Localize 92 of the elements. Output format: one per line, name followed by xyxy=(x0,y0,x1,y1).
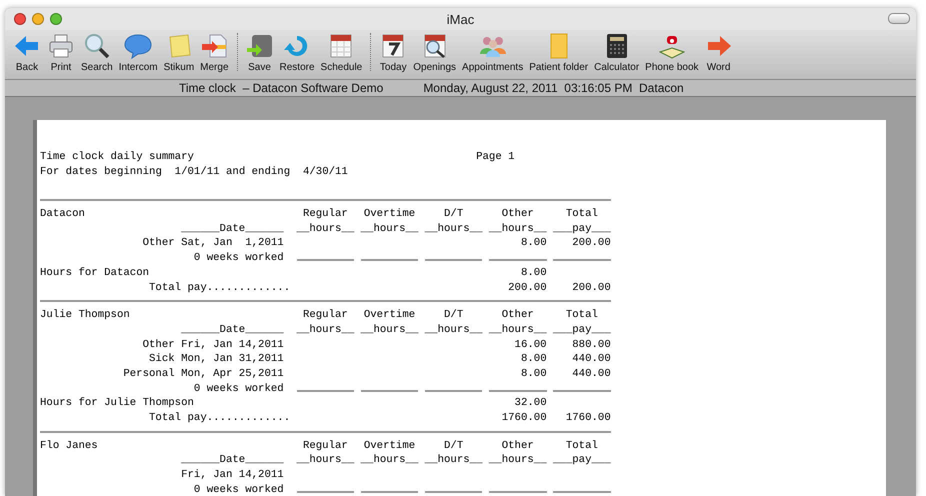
column-heading: Overtime xyxy=(362,438,416,454)
toolbar-button[interactable]: Schedule xyxy=(318,32,366,73)
column-heading: D/T xyxy=(443,438,464,454)
table-cell-text: 1760.00 xyxy=(500,411,547,426)
table-cell-text: 16.00 xyxy=(514,338,547,352)
search-icon xyxy=(82,32,111,60)
column-heading: __hours__ xyxy=(488,222,547,236)
speech-bubble-icon xyxy=(124,32,152,60)
column-heading: ______Date______ xyxy=(180,322,284,338)
column-heading: ___pay___ xyxy=(553,222,611,236)
table-cell-text: 200.00 xyxy=(571,236,611,252)
table-cell-text: 200.00 xyxy=(507,280,547,296)
table-cell-text: 1760.00 xyxy=(564,411,611,426)
table-cell-text: 8.00 xyxy=(520,366,547,382)
toolbar-button[interactable]: Calculator xyxy=(591,32,642,73)
column-heading: __hours__ xyxy=(360,453,418,468)
entry-date: Personal Mon, Apr 25,2011 xyxy=(122,366,284,382)
column-heading: Other xyxy=(500,438,535,454)
weeks-worked: 0 weeks worked xyxy=(192,251,284,266)
toolbar-toggle-button[interactable] xyxy=(888,13,910,24)
weeks-worked: 0 weeks worked xyxy=(192,382,284,396)
table-cell-text: 880.00 xyxy=(571,338,611,352)
toolbar-button[interactable]: Search xyxy=(78,32,116,73)
column-heading: Regular xyxy=(302,438,349,454)
hours-label: Hours for Julie Thompson xyxy=(40,396,195,411)
employee-name: Julie Thompson xyxy=(40,308,131,323)
zoom-button[interactable] xyxy=(50,13,62,25)
minimize-button[interactable] xyxy=(32,13,44,25)
toolbar-button[interactable]: Today xyxy=(376,32,410,73)
entry-date: Other Fri, Jan 14,2011 xyxy=(142,338,284,352)
column-heading: Overtime xyxy=(362,207,416,222)
column-heading: __hours__ xyxy=(424,222,482,236)
toolbar-button[interactable]: Back xyxy=(10,32,44,73)
table-cell-text: 8.00 xyxy=(520,352,547,367)
employee-name: Flo Janes xyxy=(40,438,99,454)
toolbar-button[interactable]: Openings xyxy=(410,32,460,73)
total-pay-label: Total pay............. xyxy=(149,282,290,294)
column-heading: __hours__ xyxy=(296,222,354,236)
total-pay-label: Total pay............. xyxy=(149,412,290,424)
column-heading: __hours__ xyxy=(424,453,482,468)
toolbar-button[interactable]: Phone book xyxy=(642,32,702,73)
column-heading: __hours__ xyxy=(360,222,418,236)
column-heading: Total xyxy=(564,308,599,323)
column-heading: Regular xyxy=(302,308,349,323)
table-cell-text: 8.00 xyxy=(520,236,547,252)
column-heading: Total xyxy=(564,207,599,222)
page-number: Page 1 xyxy=(476,150,515,165)
entry-date: Fri, Jan 14,2011 xyxy=(180,468,284,483)
column-heading: ______Date______ xyxy=(180,453,284,468)
column-heading: __hours__ xyxy=(488,453,547,468)
column-heading: __hours__ xyxy=(296,322,354,338)
column-heading: ___pay___ xyxy=(553,322,611,338)
window-title: iMac xyxy=(446,12,474,26)
column-heading: ___pay___ xyxy=(553,453,611,468)
column-heading: __hours__ xyxy=(296,453,354,468)
hours-label: Hours for Datacon xyxy=(40,266,150,280)
toolbar-button[interactable]: Word xyxy=(702,32,736,73)
report-title: Time clock daily summary xyxy=(40,150,195,165)
toolbar-button[interactable]: Intercom xyxy=(116,32,161,73)
toolbar-button[interactable]: Print xyxy=(44,32,78,73)
date-range: For dates beginning 1/01/11 and ending 4/30/11 xyxy=(40,164,348,180)
column-heading: Overtime xyxy=(362,308,416,323)
table-cell-text: 440.00 xyxy=(571,352,611,367)
save-icon xyxy=(246,32,274,60)
date-time: Monday, August 22, 2011 03:16:05 PM Datacon xyxy=(423,81,684,95)
merge-icon xyxy=(200,32,228,60)
toolbar-button[interactable]: Restore xyxy=(276,32,318,73)
employee-name: Datacon xyxy=(40,207,86,222)
table-cell-text: 200.00 xyxy=(571,280,611,296)
weeks-worked: 0 weeks worked xyxy=(192,482,284,496)
toolbar-button[interactable]: Patient folder xyxy=(526,32,592,73)
column-heading: __hours__ xyxy=(424,322,482,338)
column-heading: D/T xyxy=(443,207,464,222)
table-cell-text: 8.00 xyxy=(520,266,547,280)
table-cell-text: 32.00 xyxy=(514,396,547,411)
column-heading: ______Date______ xyxy=(180,222,284,236)
column-heading: D/T xyxy=(443,308,464,323)
entry-date: Other Sat, Jan 1,2011 xyxy=(142,236,284,252)
document-title: Time clock – Datacon Software Demo xyxy=(179,81,384,95)
column-heading: Total xyxy=(564,438,599,454)
column-heading: Regular xyxy=(302,207,349,222)
toolbar-button[interactable]: Appointments xyxy=(459,32,526,73)
toolbar-button[interactable]: Stikum xyxy=(160,32,198,73)
entry-date: Sick Mon, Jan 31,2011 xyxy=(148,352,284,367)
column-heading: Other xyxy=(500,308,535,323)
column-heading: Other xyxy=(500,207,535,222)
table-cell-text: 440.00 xyxy=(571,366,611,382)
column-heading: __hours__ xyxy=(488,322,547,338)
toolbar-button[interactable]: Merge xyxy=(197,32,232,73)
column-heading: __hours__ xyxy=(360,322,418,338)
toolbar-button[interactable]: Save xyxy=(242,32,277,73)
close-button[interactable] xyxy=(14,13,26,25)
